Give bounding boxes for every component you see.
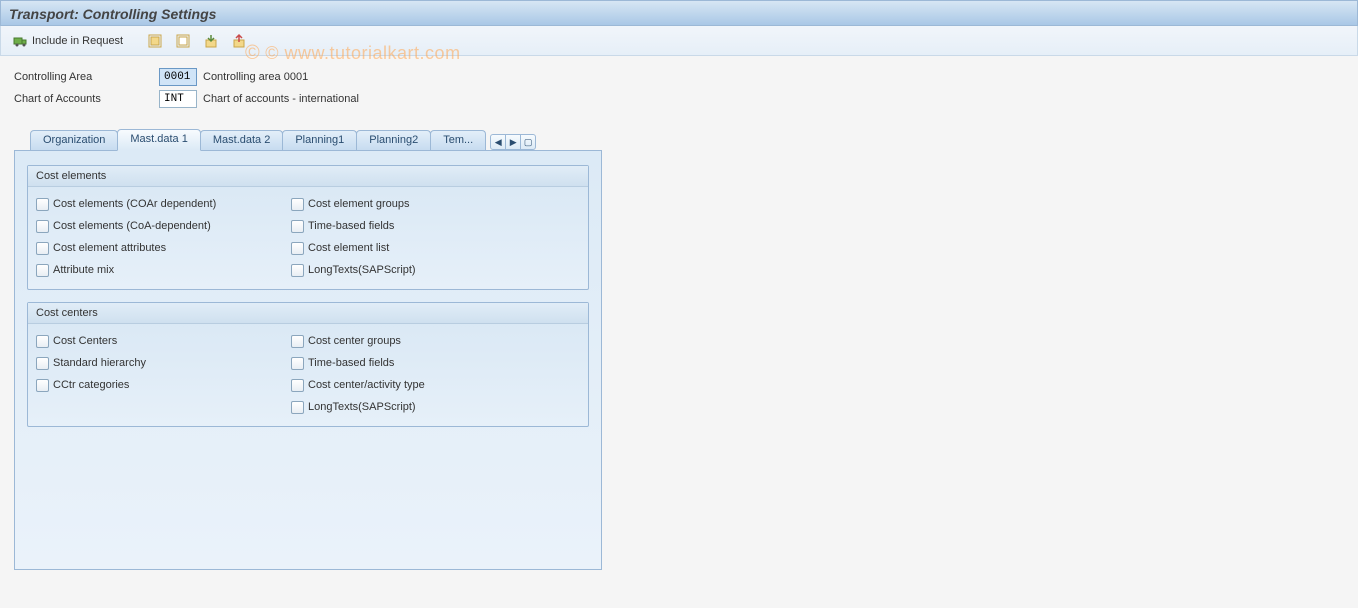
tab-list-button[interactable]: ▢: [520, 134, 536, 150]
cost-centers-label: Cost Centers: [53, 335, 117, 347]
standard-hierarchy-checkbox[interactable]: [36, 357, 49, 370]
export-button[interactable]: [227, 31, 251, 51]
import-button[interactable]: [199, 31, 223, 51]
tab-mast-data-1[interactable]: Mast.data 1: [117, 129, 200, 151]
cost-element-groups-checkbox[interactable]: [291, 198, 304, 211]
cost-centers-group: Cost centers Cost Centers Cost center gr…: [27, 302, 589, 427]
toolbar: Include in Request: [0, 26, 1358, 56]
attribute-mix-checkbox[interactable]: [36, 264, 49, 277]
chevron-right-icon: ▶: [510, 137, 517, 148]
deselect-all-button[interactable]: [171, 31, 195, 51]
controlling-area-desc: Controlling area 0001: [203, 71, 308, 83]
controlling-area-row: Controlling Area Controlling area 0001: [14, 66, 1344, 88]
tab-container: Organization Mast.data 1 Mast.data 2 Pla…: [14, 128, 602, 570]
tab-planning2[interactable]: Planning2: [356, 130, 431, 150]
cctr-categories-checkbox[interactable]: [36, 379, 49, 392]
cost-elements-coa-checkbox[interactable]: [36, 220, 49, 233]
include-in-request-button[interactable]: Include in Request: [9, 31, 127, 51]
tab-nav: ◀ ▶ ▢: [491, 134, 536, 150]
include-in-request-label: Include in Request: [32, 35, 123, 47]
cc-time-based-fields-checkbox[interactable]: [291, 357, 304, 370]
chart-of-accounts-input[interactable]: [159, 90, 197, 108]
deselect-all-icon: [175, 33, 191, 49]
cost-elements-coar-label: Cost elements (COAr dependent): [53, 198, 216, 210]
cost-element-list-checkbox[interactable]: [291, 242, 304, 255]
tab-mast-data-2[interactable]: Mast.data 2: [200, 130, 283, 150]
tab-tem[interactable]: Tem...: [430, 130, 486, 150]
tab-scroll-right-button[interactable]: ▶: [505, 134, 521, 150]
export-icon: [231, 33, 247, 49]
ce-longtexts-label: LongTexts(SAPScript): [308, 264, 416, 276]
cost-element-groups-label: Cost element groups: [308, 198, 410, 210]
cost-center-groups-label: Cost center groups: [308, 335, 401, 347]
cost-center-groups-checkbox[interactable]: [291, 335, 304, 348]
controlling-area-input[interactable]: [159, 68, 197, 86]
import-icon: [203, 33, 219, 49]
tab-strip: Organization Mast.data 1 Mast.data 2 Pla…: [14, 128, 602, 150]
cost-element-attributes-label: Cost element attributes: [53, 242, 166, 254]
cost-center-activity-type-label: Cost center/activity type: [308, 379, 425, 391]
standard-hierarchy-label: Standard hierarchy: [53, 357, 146, 369]
cc-longtexts-label: LongTexts(SAPScript): [308, 401, 416, 413]
cost-centers-checkbox[interactable]: [36, 335, 49, 348]
chart-of-accounts-row: Chart of Accounts Chart of accounts - in…: [14, 88, 1344, 110]
tab-body: Cost elements Cost elements (COAr depend…: [14, 150, 602, 570]
tab-planning1[interactable]: Planning1: [282, 130, 357, 150]
attribute-mix-label: Attribute mix: [53, 264, 114, 276]
cost-elements-group: Cost elements Cost elements (COAr depend…: [27, 165, 589, 290]
cost-center-activity-type-checkbox[interactable]: [291, 379, 304, 392]
page-title: Transport: Controlling Settings: [9, 6, 216, 22]
cost-element-attributes-checkbox[interactable]: [36, 242, 49, 255]
chevron-left-icon: ◀: [495, 137, 502, 148]
title-bar: Transport: Controlling Settings: [0, 0, 1358, 26]
cost-elements-title: Cost elements: [28, 166, 588, 187]
truck-icon: [13, 33, 29, 49]
cost-elements-coar-checkbox[interactable]: [36, 198, 49, 211]
select-all-icon: [147, 33, 163, 49]
cost-elements-coa-label: Cost elements (CoA-dependent): [53, 220, 211, 232]
tab-scroll-left-button[interactable]: ◀: [490, 134, 506, 150]
controlling-area-label: Controlling Area: [14, 71, 159, 83]
cc-longtexts-checkbox[interactable]: [291, 401, 304, 414]
cc-time-based-fields-label: Time-based fields: [308, 357, 394, 369]
chart-of-accounts-desc: Chart of accounts - international: [203, 93, 359, 105]
tab-list-icon: ▢: [524, 137, 533, 148]
cost-element-list-label: Cost element list: [308, 242, 389, 254]
ce-time-based-fields-checkbox[interactable]: [291, 220, 304, 233]
cctr-categories-label: CCtr categories: [53, 379, 129, 391]
ce-longtexts-checkbox[interactable]: [291, 264, 304, 277]
cost-centers-title: Cost centers: [28, 303, 588, 324]
chart-of-accounts-label: Chart of Accounts: [14, 93, 159, 105]
tab-organization[interactable]: Organization: [30, 130, 118, 150]
select-all-button[interactable]: [143, 31, 167, 51]
content-area: Controlling Area Controlling area 0001 C…: [0, 56, 1358, 580]
ce-time-based-fields-label: Time-based fields: [308, 220, 394, 232]
